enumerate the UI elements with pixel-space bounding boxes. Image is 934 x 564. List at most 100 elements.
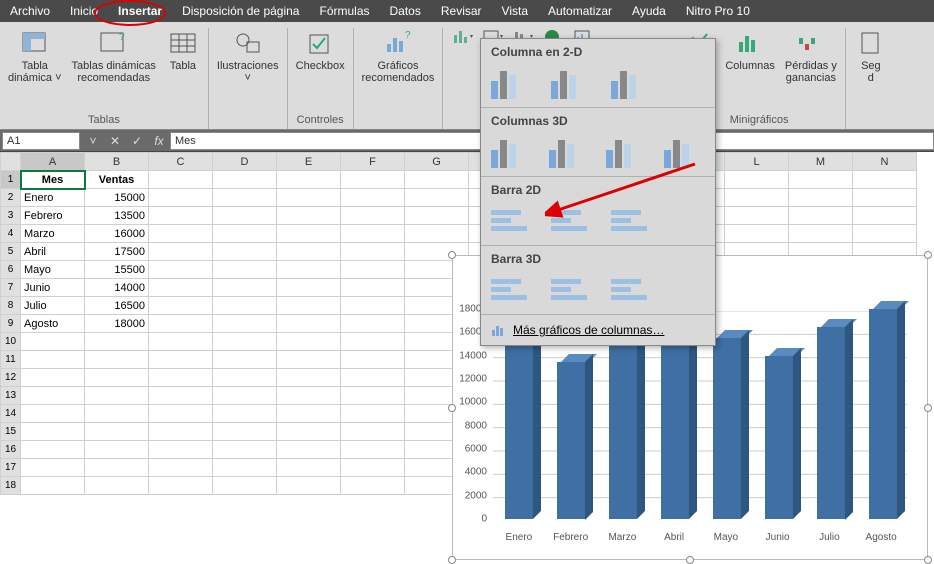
cell[interactable]	[853, 207, 917, 225]
cell[interactable]: 16000	[85, 225, 149, 243]
cell[interactable]: Ventas	[85, 171, 149, 189]
cell[interactable]	[213, 189, 277, 207]
cell[interactable]	[213, 369, 277, 387]
cell[interactable]	[341, 459, 405, 477]
row-header[interactable]: 4	[1, 225, 21, 243]
cell[interactable]	[149, 333, 213, 351]
cell[interactable]	[341, 369, 405, 387]
cell[interactable]	[213, 477, 277, 495]
col-header[interactable]: E	[277, 153, 341, 171]
checkbox-button[interactable]: Checkbox	[296, 28, 345, 72]
cell[interactable]	[277, 225, 341, 243]
row-header[interactable]: 15	[1, 423, 21, 441]
mini-perdidas-ganancias-button[interactable]: Pérdidas y ganancias	[785, 28, 837, 84]
cell[interactable]	[405, 189, 469, 207]
menu-disposición-de-página[interactable]: Disposición de página	[172, 1, 309, 21]
col-header[interactable]: B	[85, 153, 149, 171]
resize-handle[interactable]	[924, 556, 932, 564]
cell[interactable]: Agosto	[21, 315, 85, 333]
ilustraciones-button[interactable]: Ilustraciones ˅	[217, 28, 279, 84]
cell[interactable]	[277, 477, 341, 495]
resize-handle[interactable]	[686, 556, 694, 564]
cell[interactable]	[277, 387, 341, 405]
cell[interactable]	[789, 207, 853, 225]
cell[interactable]	[341, 261, 405, 279]
row-header[interactable]: 12	[1, 369, 21, 387]
cell[interactable]	[149, 207, 213, 225]
cell[interactable]	[341, 405, 405, 423]
cell[interactable]	[789, 189, 853, 207]
cell[interactable]	[405, 225, 469, 243]
menu-datos[interactable]: Datos	[380, 1, 431, 21]
cell[interactable]	[853, 225, 917, 243]
cell[interactable]	[149, 171, 213, 189]
chart-type-option[interactable]	[611, 272, 655, 306]
cell[interactable]	[21, 405, 85, 423]
cell[interactable]	[149, 261, 213, 279]
cell[interactable]	[85, 369, 149, 387]
cell[interactable]	[213, 423, 277, 441]
graficos-recomendados-button[interactable]: ? Gráficos recomendados	[362, 28, 435, 84]
cell[interactable]	[277, 261, 341, 279]
cell[interactable]	[277, 189, 341, 207]
cell[interactable]	[277, 459, 341, 477]
cell[interactable]	[277, 171, 341, 189]
row-header[interactable]: 6	[1, 261, 21, 279]
row-header[interactable]: 7	[1, 279, 21, 297]
cell[interactable]: 15000	[85, 189, 149, 207]
cell[interactable]	[85, 441, 149, 459]
cell[interactable]	[85, 423, 149, 441]
cell[interactable]	[341, 315, 405, 333]
cell[interactable]	[277, 243, 341, 261]
name-box[interactable]	[2, 132, 80, 150]
cell[interactable]	[149, 405, 213, 423]
col-header[interactable]: C	[149, 153, 213, 171]
confirm-icon[interactable]: ✓	[126, 134, 148, 148]
tablas-dinamicas-recomendadas-button[interactable]: ? Tablas dinámicas recomendadas	[72, 28, 156, 84]
chart-type-option[interactable]	[549, 134, 591, 168]
cell[interactable]	[149, 225, 213, 243]
menu-revisar[interactable]: Revisar	[431, 1, 492, 21]
cell[interactable]	[85, 477, 149, 495]
mini-columnas-button[interactable]: Columnas	[725, 28, 775, 84]
cell[interactable]: 13500	[85, 207, 149, 225]
col-header[interactable]: D	[213, 153, 277, 171]
cell[interactable]	[277, 351, 341, 369]
chart-type-option[interactable]	[664, 134, 706, 168]
resize-handle[interactable]	[924, 404, 932, 412]
cell[interactable]	[149, 441, 213, 459]
resize-handle[interactable]	[448, 556, 456, 564]
cell[interactable]	[277, 333, 341, 351]
cell[interactable]: Julio	[21, 297, 85, 315]
cell[interactable]: Marzo	[21, 225, 85, 243]
menu-fórmulas[interactable]: Fórmulas	[309, 1, 379, 21]
cell[interactable]	[341, 207, 405, 225]
cell[interactable]	[149, 297, 213, 315]
cell[interactable]	[213, 171, 277, 189]
cell[interactable]	[85, 459, 149, 477]
row-header[interactable]: 2	[1, 189, 21, 207]
resize-handle[interactable]	[448, 251, 456, 259]
chart-type-option[interactable]	[551, 272, 595, 306]
tabla-dinamica-button[interactable]: Tabla dinámica ˅	[8, 28, 62, 84]
cancel-icon[interactable]: ✕	[104, 134, 126, 148]
row-header[interactable]: 10	[1, 333, 21, 351]
cell[interactable]	[149, 279, 213, 297]
chart-type-option[interactable]	[606, 134, 648, 168]
col-header[interactable]: M	[789, 153, 853, 171]
column-chart-dropdown[interactable]	[451, 28, 475, 46]
dropdown-icon[interactable]: ˅	[82, 134, 104, 148]
row-header[interactable]: 18	[1, 477, 21, 495]
menu-archivo[interactable]: Archivo	[0, 1, 60, 21]
cell[interactable]: 16500	[85, 297, 149, 315]
cell[interactable]	[725, 171, 789, 189]
row-header[interactable]: 9	[1, 315, 21, 333]
cell[interactable]	[149, 369, 213, 387]
row-header[interactable]: 8	[1, 297, 21, 315]
cell[interactable]	[149, 189, 213, 207]
cell[interactable]	[149, 477, 213, 495]
cell[interactable]: Mes	[21, 171, 85, 189]
cell[interactable]	[341, 297, 405, 315]
cell[interactable]	[85, 351, 149, 369]
tabla-button[interactable]: Tabla	[166, 28, 200, 84]
